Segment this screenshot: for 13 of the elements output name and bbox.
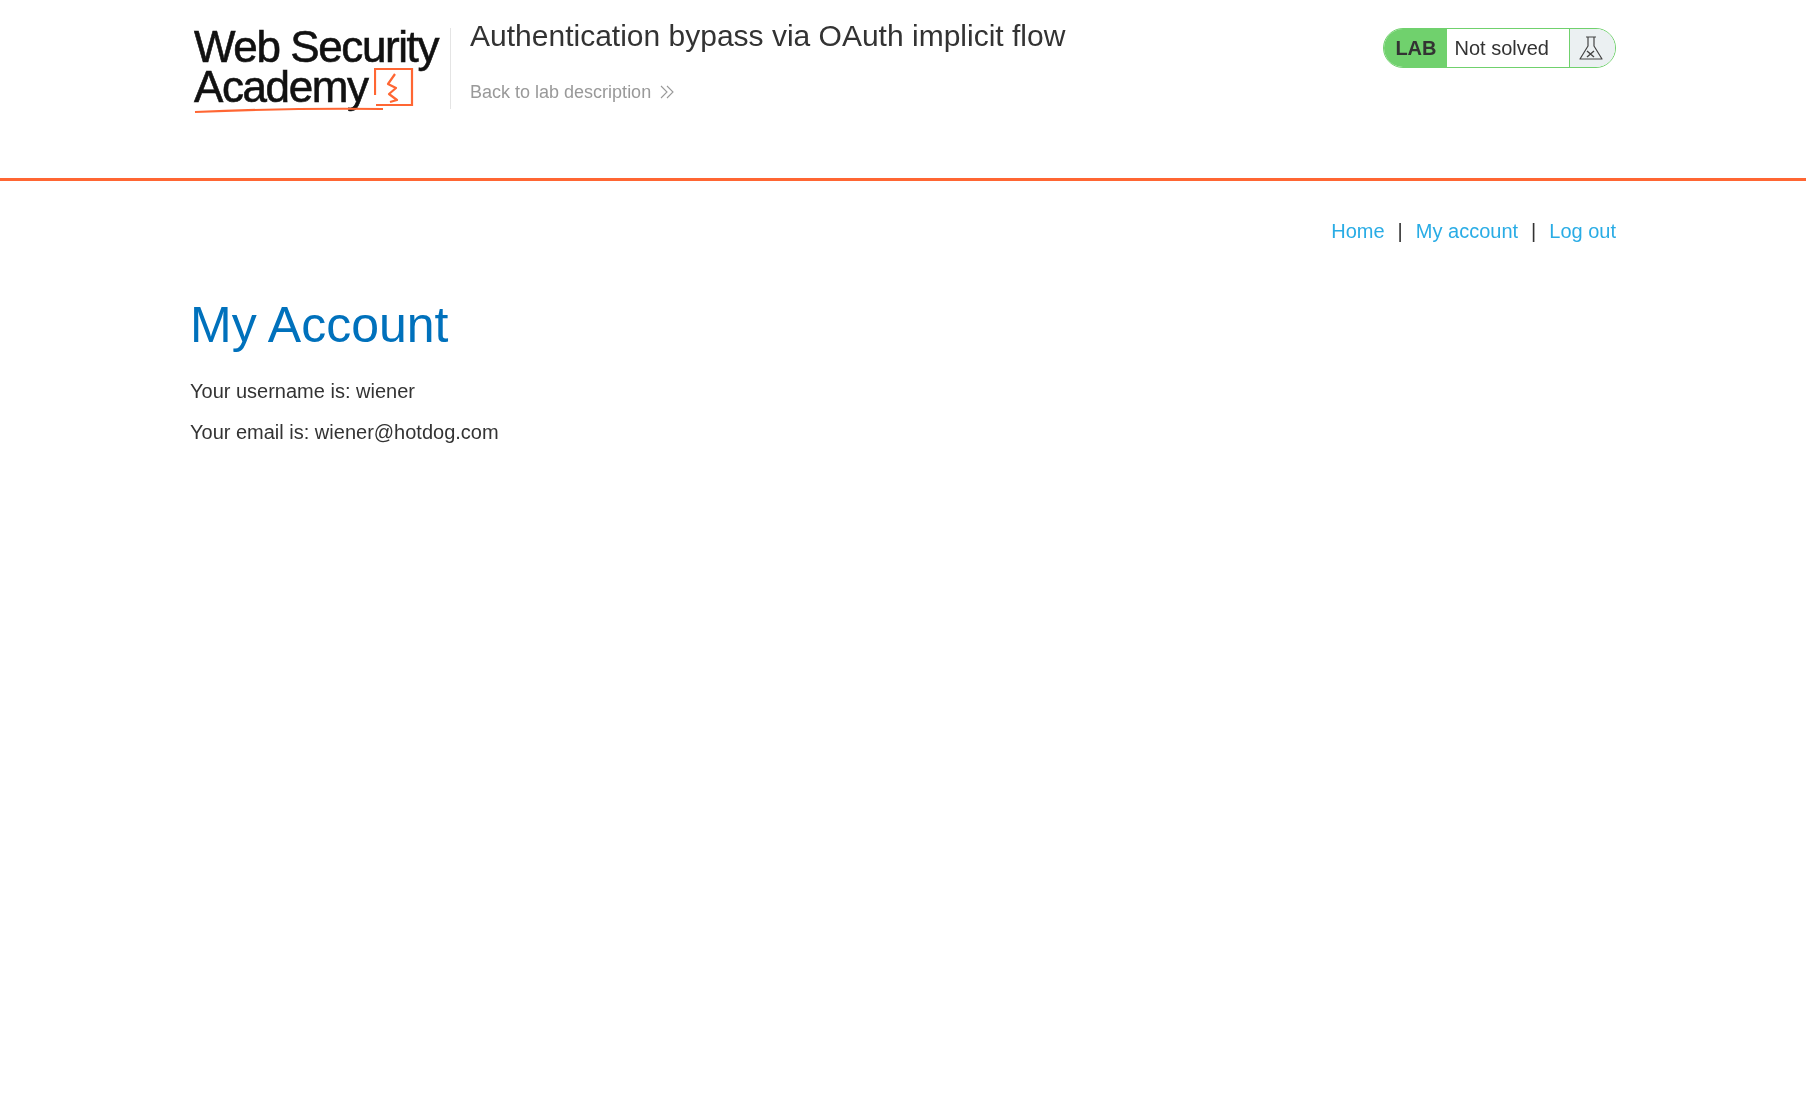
flask-icon bbox=[1570, 29, 1615, 67]
lab-label: LAB bbox=[1384, 29, 1447, 67]
nav-link[interactable]: My account bbox=[1415, 219, 1519, 243]
nav-link[interactable]: Home bbox=[1331, 219, 1385, 243]
nav-separator: | bbox=[1531, 219, 1537, 243]
nav-separator: | bbox=[1397, 219, 1403, 243]
lab-title: Authentication bypass via OAuth implicit flow bbox=[470, 21, 1066, 51]
account-detail: Your username is: wiener bbox=[190, 379, 416, 403]
back-to-lab-link[interactable]: Back to lab description bbox=[470, 81, 675, 103]
page-heading: My Account bbox=[190, 296, 450, 355]
double-chevron-icon bbox=[660, 85, 675, 99]
nav-link[interactable]: Log out bbox=[1549, 219, 1616, 243]
account-detail: Your email is: wiener@hotdog.com bbox=[190, 420, 500, 444]
